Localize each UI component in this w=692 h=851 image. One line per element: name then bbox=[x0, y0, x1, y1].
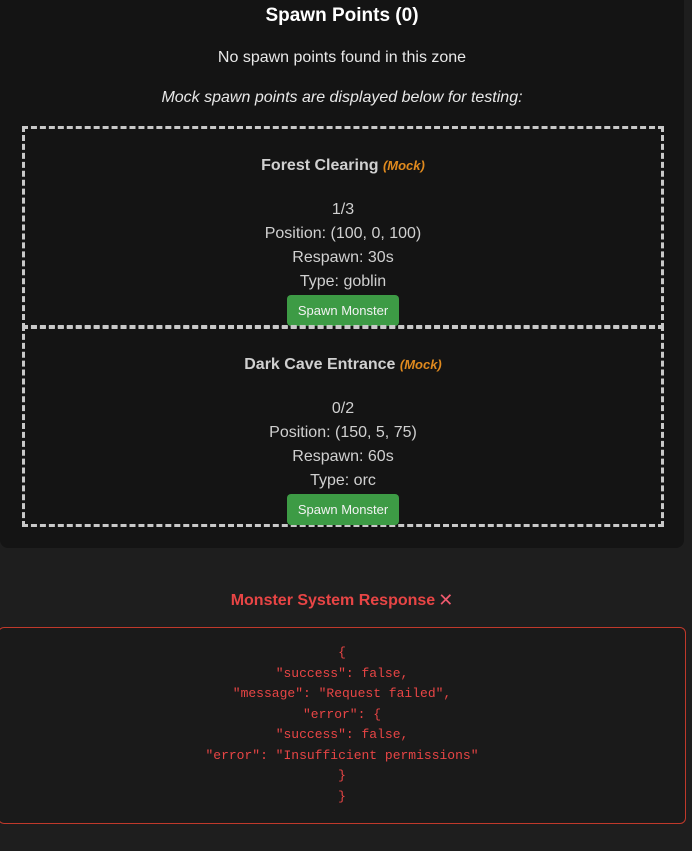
json-line: "error": "Insufficient permissions" bbox=[205, 748, 479, 763]
spawn-points-panel: Spawn Points (0) No spawn points found i… bbox=[0, 0, 684, 548]
json-line: "success": false, bbox=[275, 727, 409, 742]
spawn-point-position: Position: (100, 0, 100) bbox=[264, 225, 422, 242]
spawn-monster-button[interactable]: Spawn Monster bbox=[286, 295, 400, 326]
spawn-point-card: Forest Clearing (Mock) 1/3 Position: (10… bbox=[22, 126, 664, 329]
spawn-monster-button[interactable]: Spawn Monster bbox=[286, 494, 400, 525]
spawn-point-respawn: Respawn: 60s bbox=[292, 448, 394, 465]
spawn-point-type: Type: orc bbox=[310, 472, 376, 489]
spawn-point-card: Dark Cave Entrance (Mock) 0/2 Position: … bbox=[22, 325, 664, 527]
response-title: Monster System Response ✕ bbox=[0, 590, 684, 611]
mock-message: Mock spawn points are displayed below fo… bbox=[161, 89, 523, 106]
spawn-point-respawn: Respawn: 30s bbox=[292, 249, 394, 266]
mock-tag: (Mock) bbox=[382, 158, 425, 173]
json-line: } bbox=[338, 789, 346, 804]
json-line: { bbox=[338, 645, 346, 660]
json-line: "message": "Request failed", bbox=[232, 686, 452, 701]
spawn-point-name: Forest Clearing bbox=[261, 157, 379, 174]
response-title-text: Monster System Response bbox=[230, 592, 436, 609]
spawn-point-type: Type: goblin bbox=[299, 273, 387, 290]
empty-message: No spawn points found in this zone bbox=[217, 49, 467, 66]
json-line: } bbox=[338, 768, 346, 783]
spawn-point-count: 1/3 bbox=[331, 201, 355, 218]
spawn-points-title: Spawn Points (0) bbox=[265, 5, 419, 26]
json-line: "error": { bbox=[302, 707, 381, 722]
mock-tag: (Mock) bbox=[399, 357, 442, 372]
json-line: "success": false, bbox=[275, 666, 409, 681]
response-json-box: { "success": false, "message": "Request … bbox=[0, 627, 686, 824]
spawn-point-name: Dark Cave Entrance bbox=[244, 356, 396, 373]
x-icon: ✕ bbox=[438, 590, 454, 610]
spawn-point-position: Position: (150, 5, 75) bbox=[269, 424, 417, 441]
spawn-point-count: 0/2 bbox=[331, 400, 355, 417]
